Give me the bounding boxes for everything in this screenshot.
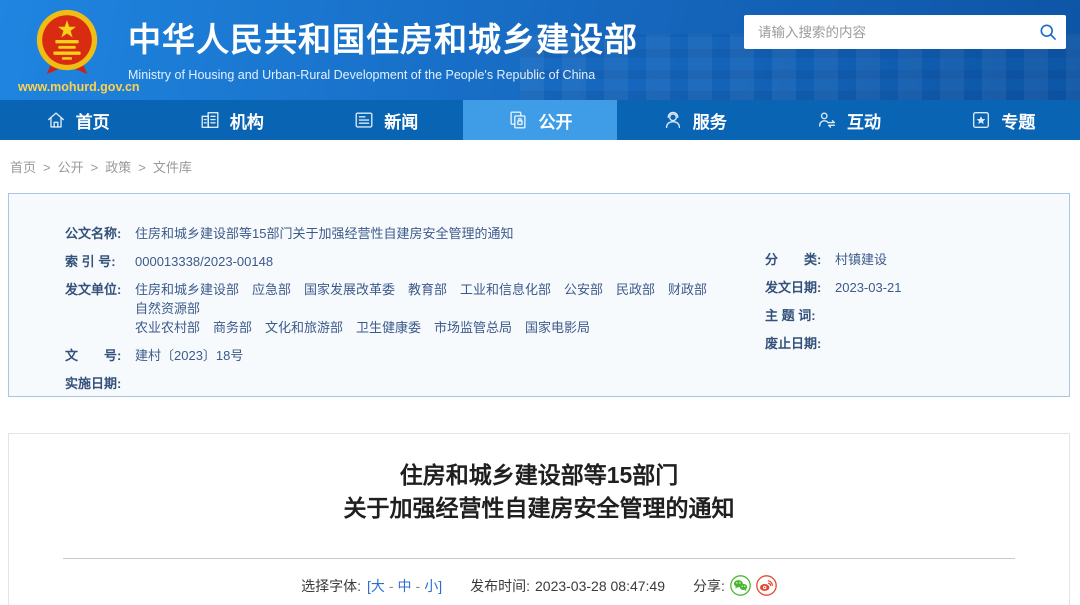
site-title: 中华人民共和国住房和城乡建设部 <box>128 21 638 58</box>
font-size-separator: - <box>415 577 421 594</box>
font-size-separator: - <box>388 577 394 594</box>
doc-info-value: 2023-03-21 <box>835 280 902 295</box>
site-header: www.mohurd.gov.cn 中华人民共和国住房和城乡建设部 Minist… <box>0 0 1080 100</box>
doc-info-label: 索 引 号: <box>65 254 116 269</box>
breadcrumb-item[interactable]: 公开 <box>58 160 84 175</box>
article-title-line2: 关于加强经营性自建房安全管理的通知 <box>343 495 735 521</box>
weibo-share-icon[interactable] <box>756 575 777 596</box>
doc-info-row: 公文名称: 住房和城乡建设部等15部门关于加强经营性自建房安全管理的通知 <box>65 224 729 243</box>
news-icon <box>353 109 375 131</box>
doc-info-label: 分 类: <box>765 252 822 267</box>
nav-tab-label: 首页 <box>75 112 110 132</box>
doc-info-label: 公文名称: <box>65 226 122 241</box>
star-square-icon <box>970 109 992 131</box>
document-info-left-column: 公文名称: 住房和城乡建设部等15部门关于加强经营性自建房安全管理的通知索 引 号… <box>65 224 729 402</box>
doc-info-value: 住房和城乡建设部等15部门关于加强经营性自建房安全管理的通知 <box>135 226 514 241</box>
nav-tab-label: 公开 <box>538 112 573 132</box>
breadcrumb-separator: > <box>90 160 99 175</box>
home-icon <box>45 109 67 131</box>
nav-tab-interaction[interactable]: 互动 <box>771 100 925 140</box>
doc-info-row: 发文日期: 2023-03-21 <box>765 278 1061 297</box>
font-size-option-2[interactable]: 小 <box>424 576 438 596</box>
breadcrumb-separator: > <box>43 160 51 175</box>
nav-tab-label: 机构 <box>229 112 264 132</box>
font-size-option-1[interactable]: 中 <box>398 576 412 596</box>
search-icon[interactable] <box>1030 15 1066 49</box>
font-size-bracket: ] <box>438 577 443 594</box>
doc-info-label: 实施日期: <box>65 376 122 391</box>
doc-info-label: 发文日期: <box>765 280 822 295</box>
doc-info-row: 废止日期: <box>765 334 1061 353</box>
breadcrumb-item[interactable]: 文件库 <box>153 160 192 175</box>
interaction-icon <box>816 109 838 131</box>
wechat-share-icon[interactable] <box>730 575 751 596</box>
nav-tab-organization[interactable]: 机构 <box>154 100 308 140</box>
font-size-selector: [大 - 中 - 小] <box>367 576 442 596</box>
breadcrumb: 首页 > 公开 > 政策 > 文件库 <box>10 157 192 176</box>
doc-info-value: 000013338/2023-00148 <box>135 254 274 269</box>
article-toolbar: 选择字体: [大 - 中 - 小] 发布时间: 2023-03-28 08:47:49 分… <box>9 575 1069 596</box>
site-subtitle: Ministry of Housing and Urban-Rural Deve… <box>128 68 596 82</box>
doc-info-label: 主 题 词: <box>765 308 816 323</box>
nav-tab-label: 服务 <box>692 112 727 132</box>
main-nav: 首页 机构 新闻 公开 服务 互动 专题 <box>0 100 1080 140</box>
organization-icon <box>199 109 221 131</box>
breadcrumb-item[interactable]: 首页 <box>10 160 36 175</box>
search-box <box>744 15 1066 49</box>
nav-tab-label: 互动 <box>847 112 882 132</box>
doc-info-value: 建村〔2023〕18号 <box>135 348 244 363</box>
doc-info-row: 主 题 词: <box>765 306 1061 325</box>
nav-tab-service[interactable]: 服务 <box>617 100 771 140</box>
nav-tab-topics[interactable]: 专题 <box>926 100 1080 140</box>
document-info-right-column: 分 类: 村镇建设 发文日期: 2023-03-21 主 题 词: 废止日期: <box>765 250 1061 362</box>
nav-tab-news[interactable]: 新闻 <box>309 100 463 140</box>
nav-tab-label: 专题 <box>1001 112 1036 132</box>
publish-time: 发布时间: 2023-03-28 08:47:49 <box>470 576 665 596</box>
article-panel: 住房和城乡建设部等15部门 关于加强经营性自建房安全管理的通知 选择字体: [大… <box>8 433 1070 605</box>
doc-info-row: 索 引 号: 000013338/2023-00148 <box>65 252 729 271</box>
share-bar: 分享: <box>693 575 777 596</box>
nav-tab-home[interactable]: 首页 <box>0 100 154 140</box>
breadcrumb-item[interactable]: 政策 <box>105 160 131 175</box>
title-divider <box>63 558 1015 559</box>
site-title-block: 中华人民共和国住房和城乡建设部 Ministry of Housing and … <box>128 13 638 82</box>
document-info-panel: 公文名称: 住房和城乡建设部等15部门关于加强经营性自建房安全管理的通知索 引 号… <box>8 193 1070 397</box>
publish-time-label: 发布时间: <box>470 577 530 594</box>
doc-info-row: 文 号: 建村〔2023〕18号 <box>65 346 729 365</box>
doc-info-label: 废止日期: <box>765 336 822 351</box>
national-emblem-icon <box>32 6 102 83</box>
doc-info-row: 分 类: 村镇建设 <box>765 250 1061 269</box>
service-person-icon <box>662 109 684 131</box>
doc-info-value: 村镇建设 <box>835 252 888 267</box>
font-size-option-0[interactable]: 大 <box>371 576 385 596</box>
doc-info-label: 发文单位: <box>65 282 122 297</box>
doc-info-label: 文 号: <box>65 348 122 363</box>
nav-tab-disclosure[interactable]: 公开 <box>462 100 618 140</box>
nav-tab-label: 新闻 <box>384 112 419 132</box>
doc-info-value: 住房和城乡建设部 应急部 国家发展改革委 教育部 工业和信息化部 公安部 民政部… <box>135 282 721 335</box>
article-title: 住房和城乡建设部等15部门 关于加强经营性自建房安全管理的通知 <box>9 459 1069 525</box>
publish-time-value: 2023-03-28 08:47:49 <box>535 577 665 594</box>
doc-info-row: 实施日期: <box>65 374 729 393</box>
page: www.mohurd.gov.cn 中华人民共和国住房和城乡建设部 Minist… <box>0 0 1080 605</box>
font-selector-label: 选择字体: <box>301 577 361 594</box>
search-input[interactable] <box>744 24 1030 40</box>
doc-info-row: 发文单位: 住房和城乡建设部 应急部 国家发展改革委 教育部 工业和信息化部 公安… <box>65 280 729 337</box>
article-title-line1: 住房和城乡建设部等15部门 <box>399 462 679 488</box>
breadcrumb-separator: > <box>138 160 146 175</box>
disclosure-lock-icon <box>507 109 529 131</box>
site-url: www.mohurd.gov.cn <box>18 80 140 94</box>
share-label: 分享: <box>693 577 725 594</box>
